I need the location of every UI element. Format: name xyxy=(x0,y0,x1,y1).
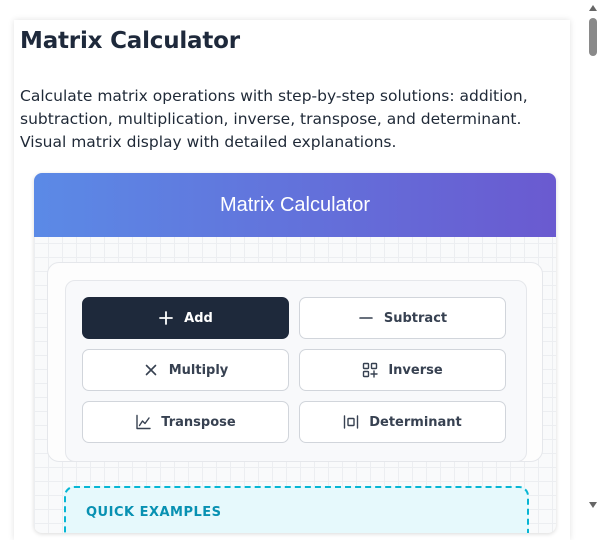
plus-icon xyxy=(158,310,174,326)
page-description: Calculate matrix operations with step-by… xyxy=(20,87,528,151)
add-button-label: Add xyxy=(184,310,213,326)
transpose-button-label: Transpose xyxy=(161,414,236,430)
inverse-button-label: Inverse xyxy=(388,362,443,378)
subtract-button[interactable]: Subtract xyxy=(299,297,506,339)
multiply-button-label: Multiply xyxy=(168,362,229,378)
transpose-button[interactable]: Transpose xyxy=(82,401,289,443)
determinant-button[interactable]: Determinant xyxy=(299,401,506,443)
determinant-button-label: Determinant xyxy=(369,414,462,430)
page-title: Matrix Calculator xyxy=(20,28,240,54)
matrix-calculator-widget: Matrix Calculator Add Subtract Multiply … xyxy=(34,173,556,533)
page-card: Matrix Calculator Calculate matrix opera… xyxy=(14,20,570,540)
calculator-header: Matrix Calculator xyxy=(34,173,556,237)
operations-panel: Add Subtract Multiply Inverse Transpose … xyxy=(47,262,543,462)
multiply-button[interactable]: Multiply xyxy=(82,349,289,391)
scroll-up-arrow-icon[interactable] xyxy=(589,5,597,11)
subtract-button-label: Subtract xyxy=(383,310,448,326)
scrollbar-thumb[interactable] xyxy=(589,18,597,56)
calculator-title: Matrix Calculator xyxy=(219,193,371,216)
multiply-icon xyxy=(143,362,159,378)
minus-icon xyxy=(358,310,374,326)
determinant-icon xyxy=(343,414,359,430)
inverse-icon xyxy=(362,362,379,378)
scrollbar[interactable] xyxy=(586,0,600,513)
operations-grid: Add Subtract Multiply Inverse Transpose … xyxy=(65,280,527,462)
quick-examples-panel: QUICK EXAMPLES xyxy=(64,486,529,533)
scroll-down-arrow-icon[interactable] xyxy=(589,502,597,508)
add-button[interactable]: Add xyxy=(82,297,289,339)
inverse-button[interactable]: Inverse xyxy=(299,349,506,391)
transpose-icon xyxy=(135,414,151,430)
